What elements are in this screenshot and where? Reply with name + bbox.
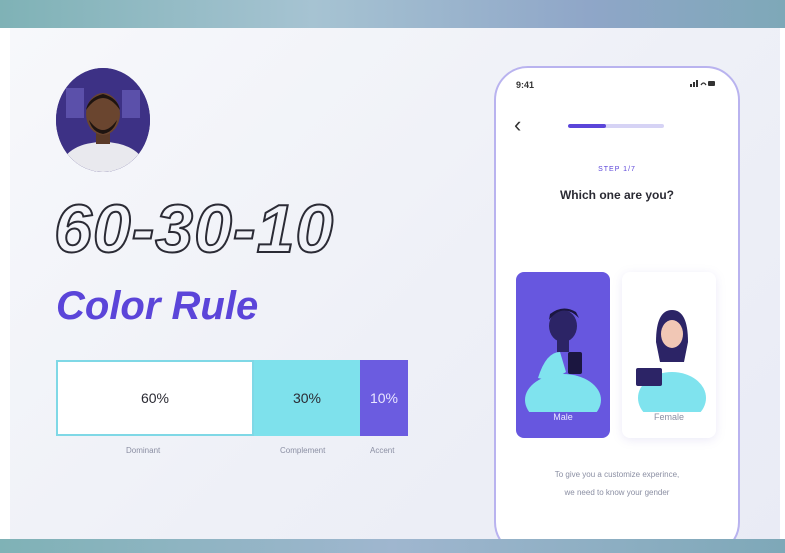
label-dominant: Dominant bbox=[126, 446, 161, 455]
signal-wifi-battery-icon bbox=[690, 80, 715, 87]
segment-60: 60% bbox=[56, 360, 254, 436]
segment-30: 30% bbox=[254, 360, 360, 436]
option-female-label: Female bbox=[653, 412, 684, 422]
gender-note: To give you a customize experince, we ne… bbox=[496, 466, 738, 502]
segment-10: 10% bbox=[360, 360, 408, 436]
gender-note-line-1: To give you a customize experince, bbox=[554, 470, 680, 479]
progress-fill bbox=[568, 124, 607, 128]
headline-title: Color Rule bbox=[56, 284, 259, 328]
label-accent: Accent bbox=[370, 446, 395, 455]
progress-bar bbox=[568, 124, 664, 128]
option-female-card[interactable]: Female bbox=[622, 272, 716, 438]
option-male-label: Male bbox=[553, 412, 573, 422]
top-band bbox=[0, 0, 785, 28]
gender-note-line-2: we need to know your gender bbox=[564, 488, 670, 497]
status-time: 9:41 bbox=[516, 80, 535, 90]
chevron-left-icon[interactable]: ‹ bbox=[514, 114, 521, 136]
status-icons bbox=[690, 79, 716, 89]
person-icon bbox=[56, 68, 150, 172]
ratio-bar: 60% 30% 10% bbox=[56, 360, 408, 436]
label-complement: Complement bbox=[280, 446, 326, 455]
step-label: STEP 1/7 bbox=[598, 166, 636, 173]
female-person-icon bbox=[636, 310, 706, 412]
question-title: Which one are you? bbox=[559, 188, 674, 202]
bottom-band bbox=[0, 539, 785, 553]
phone-mockup: 9:41 ‹ STEP 1/7 Which one are you? Male … bbox=[494, 66, 740, 539]
slide: 60-30-10 Color Rule 60% 30% 10% Dominant… bbox=[10, 28, 780, 539]
male-person-icon bbox=[525, 308, 601, 412]
headline-numbers: 60-30-10 bbox=[53, 190, 335, 268]
presenter-avatar bbox=[56, 68, 150, 172]
option-male-card[interactable]: Male bbox=[516, 272, 610, 438]
